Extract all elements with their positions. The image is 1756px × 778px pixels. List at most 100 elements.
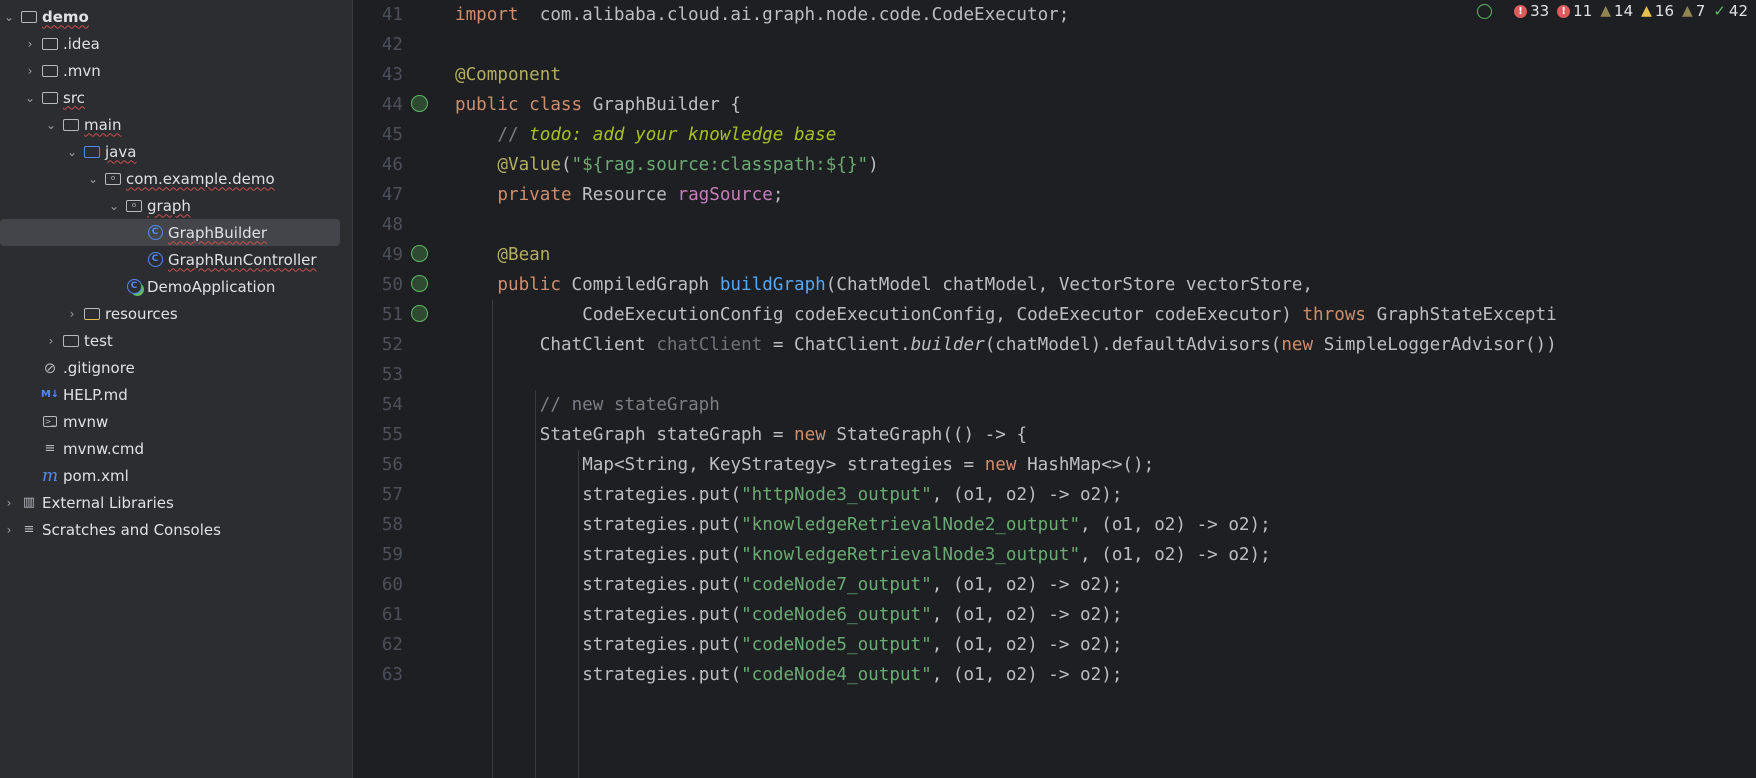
line-number[interactable]: 52 [353,330,403,360]
line-number[interactable]: 50 [353,270,403,300]
line-number[interactable]: 46 [353,150,403,180]
chevron-right-icon[interactable]: › [65,307,79,321]
code-line[interactable]: 56 Map<String, KeyStrategy> strategies = … [353,450,1756,480]
chevron-down-icon[interactable]: ⌄ [107,199,121,213]
code-line[interactable]: 43 @Component [353,60,1756,90]
tree-item-label: com.example.demo [126,169,275,188]
line-number[interactable]: 55 [353,420,403,450]
code-line[interactable]: 59 strategies.put("knowledgeRetrievalNode… [353,540,1756,570]
warnings-badge[interactable]: ▲ 16 [1641,2,1674,20]
inspection-widget[interactable]: ! 33 ! 11 ▲ 14 ▲ 16 ▲ 7 ✓ 42 [1477,2,1748,20]
tree-item-demo[interactable]: ⌄ demo [0,3,340,30]
errors-badge[interactable]: ! 33 [1514,2,1549,20]
tree-item-mvnw[interactable]: >_ mvnw [0,408,340,435]
line-number[interactable]: 51 [353,300,403,330]
code-line[interactable]: 62 strategies.put("codeNode5_output", (o1… [353,630,1756,660]
tree-item-mvnw-cmd[interactable]: ≡ mvnw.cmd [0,435,340,462]
line-number[interactable]: 54 [353,390,403,420]
tree-item-mvn[interactable]: › .mvn [0,57,340,84]
line-number[interactable]: 53 [353,360,403,390]
bean-icon[interactable] [411,305,428,322]
code-line[interactable]: 47 private Resource ragSource; [353,180,1756,210]
code-text: strategies.put("knowledgeRetrievalNode3_… [582,540,1271,570]
line-number[interactable]: 57 [353,480,403,510]
code-token: StateGraph(() -> { [836,425,1028,445]
tree-item-com-example-demo[interactable]: ⌄ o com.example.demo [0,165,340,192]
line-number[interactable]: 62 [353,630,403,660]
chevron-right-icon[interactable]: › [2,523,16,537]
chevron-right-icon[interactable]: › [23,64,37,78]
code-token: new [984,455,1028,475]
tree-item-java[interactable]: ⌄ java [0,138,340,165]
inspection-status-icon[interactable] [1477,3,1493,19]
code-line[interactable]: 49 @Bean [353,240,1756,270]
bean-icon[interactable] [411,245,428,262]
chevron-down-icon[interactable]: ⌄ [65,145,79,159]
chevron-down-icon[interactable]: ⌄ [44,118,58,132]
code-line[interactable]: 60 strategies.put("codeNode7_output", (o1… [353,570,1756,600]
code-line[interactable]: 50 public CompiledGraph buildGraph(ChatMo… [353,270,1756,300]
code-line[interactable]: 44 public class GraphBuilder { [353,90,1756,120]
line-number[interactable]: 48 [353,210,403,240]
code-token: public class [455,95,593,115]
tree-item-pom-xml[interactable]: m pom.xml [0,462,340,489]
warnings-count: 16 [1654,2,1674,20]
line-number[interactable]: 43 [353,60,403,90]
chevron-right-icon[interactable]: › [44,334,58,348]
bean-icon[interactable] [411,95,428,112]
tree-item-resources[interactable]: › resources [0,300,340,327]
code-line[interactable]: 61 strategies.put("codeNode6_output", (o1… [353,600,1756,630]
typos-badge[interactable]: ✓ 42 [1713,2,1748,20]
scratches-icon: ≡ [23,522,35,537]
code-line[interactable]: 57 strategies.put("httpNode3_output", (o1… [353,480,1756,510]
line-number[interactable]: 49 [353,240,403,270]
line-number[interactable]: 63 [353,660,403,690]
weak-warnings-badge[interactable]: ▲ 14 [1600,2,1633,20]
line-number[interactable]: 56 [353,450,403,480]
line-number[interactable]: 58 [353,510,403,540]
chevron-down-icon[interactable]: ⌄ [23,91,37,105]
tree-item-scratches-and-consoles[interactable]: › ≡ Scratches and Consoles [0,516,340,543]
tree-item-help-md[interactable]: M↓ HELP.md [0,381,340,408]
code-line[interactable]: 51 CodeExecutionConfig codeExecutionConfi… [353,300,1756,330]
code-line[interactable]: 58 strategies.put("knowledgeRetrievalNode… [353,510,1756,540]
chevron-down-icon[interactable]: ⌄ [2,10,16,24]
tree-item-idea[interactable]: › .idea [0,30,340,57]
code-line[interactable]: 52 ChatClient chatClient = ChatClient.bui… [353,330,1756,360]
code-editor[interactable]: 41 import com.alibaba.cloud.ai.graph.node… [353,0,1756,778]
code-line[interactable]: 42 [353,30,1756,60]
weak-warnings-badge-secondary[interactable]: ▲ 7 [1682,2,1705,20]
chevron-right-icon[interactable]: › [2,496,16,510]
line-number[interactable]: 45 [353,120,403,150]
line-number[interactable]: 60 [353,570,403,600]
line-number[interactable]: 41 [353,0,403,30]
chevron-down-icon[interactable]: ⌄ [86,172,100,186]
tree-item-graph[interactable]: ⌄ o graph [0,192,340,219]
code-line[interactable]: 46 @Value("${rag.source:classpath:${}") [353,150,1756,180]
code-line[interactable]: 55 StateGraph stateGraph = new StateGraph… [353,420,1756,450]
tree-item-demoapplication[interactable]: C DemoApplication [0,273,340,300]
line-number[interactable]: 42 [353,30,403,60]
tree-item-external-libraries[interactable]: › ▥ External Libraries [0,489,340,516]
bean-icon[interactable] [411,275,428,292]
code-line[interactable]: 63 strategies.put("codeNode4_output", (o1… [353,660,1756,690]
line-number[interactable]: 44 [353,90,403,120]
line-number[interactable]: 47 [353,180,403,210]
code-line[interactable]: 54 // new stateGraph [353,390,1756,420]
line-number[interactable]: 59 [353,540,403,570]
line-number[interactable]: 61 [353,600,403,630]
tree-item-graphbuilder[interactable]: C GraphBuilder [0,219,340,246]
code-token: = ChatClient. [762,335,911,355]
tree-item-main[interactable]: ⌄ main [0,111,340,138]
errors-badge-secondary[interactable]: ! 11 [1557,2,1592,20]
code-line[interactable]: 45 // todo: add your knowledge base [353,120,1756,150]
tree-item-gitignore[interactable]: ⊘ .gitignore [0,354,340,381]
code-line[interactable]: 53 [353,360,1756,390]
code-line[interactable]: 48 [353,210,1756,240]
code-token: "knowledgeRetrievalNode3_output" [741,545,1081,565]
tree-item-graphruncontroller[interactable]: C GraphRunController [0,246,340,273]
tree-item-test[interactable]: › test [0,327,340,354]
code-text: @Component [455,60,561,90]
chevron-right-icon[interactable]: › [23,37,37,51]
tree-item-src[interactable]: ⌄ src [0,84,340,111]
